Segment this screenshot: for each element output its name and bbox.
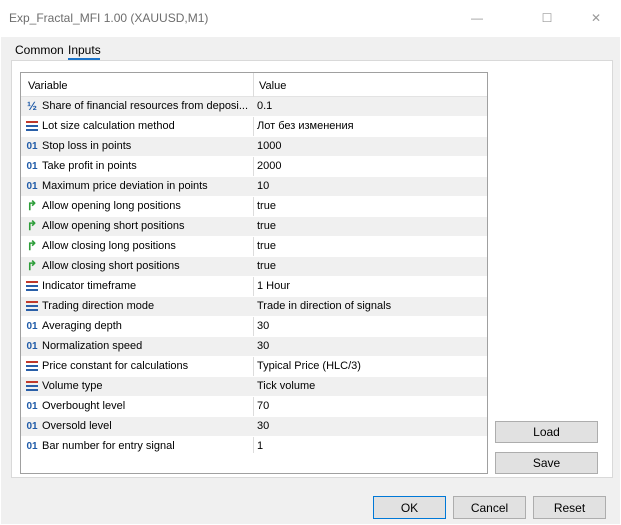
integer-icon: 01 (26, 440, 38, 452)
table-row[interactable]: Volume type Tick volume (21, 377, 487, 397)
table-row[interactable]: Trading direction mode Trade in direction… (21, 297, 487, 317)
row-variable: Oversold level (42, 420, 112, 432)
row-value[interactable]: true (257, 260, 276, 272)
row-value[interactable]: Trade in direction of signals (257, 300, 391, 312)
table-row[interactable]: Indicator timeframe 1 Hour (21, 277, 487, 297)
row-value[interactable]: 0.1 (257, 100, 272, 112)
row-value[interactable]: 1000 (257, 140, 281, 152)
table-row[interactable]: 01 Averaging depth 30 (21, 317, 487, 337)
row-variable: Take profit in points (42, 160, 137, 172)
enum-icon (25, 299, 39, 313)
table-row[interactable]: Lot size calculation method Лот без измен… (21, 117, 487, 137)
integer-icon: 01 (26, 420, 38, 432)
row-value[interactable]: Tick volume (257, 380, 315, 392)
window-title: Exp_Fractal_MFI 1.00 (XAUUSD,M1) (9, 11, 209, 25)
table-row[interactable]: ↱ Allow closing long positions true (21, 237, 487, 257)
row-variable: Trading direction mode (42, 300, 155, 312)
row-value[interactable]: Лот без изменения (257, 120, 354, 132)
ok-button[interactable]: OK (373, 496, 446, 519)
save-button[interactable]: Save (495, 452, 598, 474)
tab-inputs[interactable]: Inputs (68, 43, 101, 57)
integer-icon: 01 (26, 160, 38, 172)
row-variable: Averaging depth (42, 320, 122, 332)
row-value[interactable]: 1 (257, 440, 263, 452)
table-row[interactable]: 01 Overbought level 70 (21, 397, 487, 417)
maximize-icon[interactable]: ☐ (524, 6, 570, 30)
row-variable: Indicator timeframe (42, 280, 137, 292)
tab-common[interactable]: Common (15, 43, 64, 57)
table-row[interactable]: ½ Share of financial resources from depos… (21, 97, 487, 117)
row-value[interactable]: 30 (257, 340, 269, 352)
title-bar: Exp_Fractal_MFI 1.00 (XAUUSD,M1) — ☐ ✕ (0, 0, 621, 36)
integer-icon: 01 (26, 400, 38, 412)
integer-icon: 01 (26, 340, 38, 352)
row-variable: Normalization speed (42, 340, 143, 352)
enum-icon (25, 359, 39, 373)
minimize-icon[interactable]: — (454, 6, 500, 30)
row-variable: Price constant for calculations (42, 360, 189, 372)
table-row[interactable]: 01 Take profit in points 2000 (21, 157, 487, 177)
row-value[interactable]: 30 (257, 320, 269, 332)
bool-icon: ↱ (26, 198, 38, 213)
table-row[interactable]: 01 Maximum price deviation in points 10 (21, 177, 487, 197)
row-variable: Allow opening long positions (42, 200, 181, 212)
row-variable: Overbought level (42, 400, 126, 412)
row-variable: Stop loss in points (42, 140, 132, 152)
row-variable: Lot size calculation method (42, 120, 175, 132)
enum-icon (25, 379, 39, 393)
load-button[interactable]: Load (495, 421, 598, 443)
row-variable: Allow closing long positions (42, 240, 176, 252)
bool-icon: ↱ (26, 258, 38, 273)
row-value[interactable]: 10 (257, 180, 269, 192)
table-row[interactable]: ↱ Allow opening short positions true (21, 217, 487, 237)
row-variable: Volume type (42, 380, 103, 392)
row-variable: Share of financial resources from deposi… (42, 100, 249, 112)
row-variable: Maximum price deviation in points (42, 180, 208, 192)
enum-icon (25, 119, 39, 133)
reset-button[interactable]: Reset (533, 496, 606, 519)
inputs-grid: Variable Value ½ Share of financial resou… (20, 72, 488, 474)
row-value[interactable]: 2000 (257, 160, 281, 172)
row-value[interactable]: 30 (257, 420, 269, 432)
footer-bar (1, 488, 620, 524)
cancel-button[interactable]: Cancel (453, 496, 526, 519)
row-variable: Bar number for entry signal (42, 440, 175, 452)
row-variable: Allow closing short positions (42, 260, 180, 272)
table-row[interactable]: 01 Oversold level 30 (21, 417, 487, 437)
row-value[interactable]: true (257, 240, 276, 252)
close-icon[interactable]: ✕ (573, 6, 619, 30)
row-value[interactable]: 70 (257, 400, 269, 412)
grid-header: Variable Value (21, 73, 487, 97)
integer-icon: 01 (26, 180, 38, 192)
integer-icon: 01 (26, 140, 38, 152)
row-value[interactable]: true (257, 220, 276, 232)
table-row[interactable]: 01 Bar number for entry signal 1 (21, 437, 487, 457)
table-row[interactable]: ↱ Allow opening long positions true (21, 197, 487, 217)
integer-icon: 01 (26, 320, 38, 332)
table-row[interactable]: Price constant for calculations Typical P… (21, 357, 487, 377)
bool-icon: ↱ (26, 238, 38, 253)
table-row[interactable]: 01 Normalization speed 30 (21, 337, 487, 357)
row-value[interactable]: 1 Hour (257, 280, 290, 292)
header-value[interactable]: Value (259, 80, 286, 92)
fraction-icon: ½ (26, 99, 37, 113)
enum-icon (25, 279, 39, 293)
table-row[interactable]: 01 Stop loss in points 1000 (21, 137, 487, 157)
bool-icon: ↱ (26, 218, 38, 233)
row-value[interactable]: Typical Price (HLC/3) (257, 360, 361, 372)
row-value[interactable]: true (257, 200, 276, 212)
row-variable: Allow opening short positions (42, 220, 185, 232)
table-row[interactable]: ↱ Allow closing short positions true (21, 257, 487, 277)
header-variable[interactable]: Variable (28, 80, 68, 92)
